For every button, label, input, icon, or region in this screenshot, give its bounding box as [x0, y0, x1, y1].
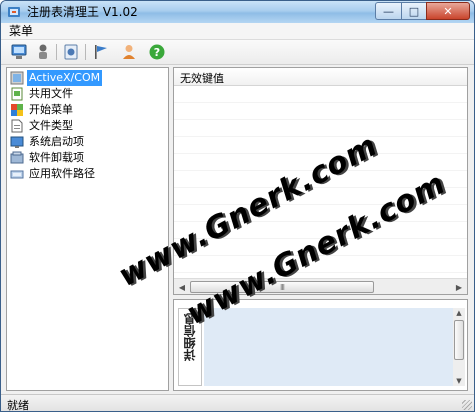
scan-button[interactable]	[9, 42, 29, 62]
help-button[interactable]: ?	[147, 42, 167, 62]
column-header-invalid-key[interactable]: 无效键值	[180, 70, 224, 86]
arrow-right-icon: ▶	[455, 282, 463, 292]
file-type-icon	[11, 119, 23, 133]
window-controls: — □ ✕	[375, 2, 470, 20]
tree-item-start-menu[interactable]: 开始菜单	[10, 102, 75, 118]
horizontal-scroll-thumb[interactable]: III	[190, 281, 374, 293]
menu-bar: 菜单	[1, 23, 474, 40]
toolbar: ?	[1, 40, 474, 65]
app-path-icon	[10, 170, 24, 179]
tree-item-label: 开始菜单	[29, 103, 73, 116]
tree-item-uninstall[interactable]: 软件卸载项	[10, 150, 86, 166]
list-body[interactable]	[174, 86, 467, 278]
user-icon	[123, 45, 135, 59]
activex-icon	[10, 71, 24, 85]
scroll-left-arrow[interactable]: ◀	[175, 280, 189, 294]
arrow-up-icon: ▲	[456, 309, 462, 317]
tree-item-shared-files[interactable]: 共用文件	[10, 86, 75, 102]
detail-panel: 详细信息 ▲ ▼	[173, 299, 468, 391]
detail-tab-label: 详细信息	[183, 313, 197, 361]
invalid-keys-list[interactable]: 无效键值 ◀ III ▶	[173, 67, 468, 295]
start-menu-icon	[11, 104, 23, 116]
flag-button[interactable]	[91, 42, 111, 62]
tree-item-label: ActiveX/COM	[27, 70, 103, 86]
maximize-icon: □	[408, 4, 420, 18]
scroll-down-arrow[interactable]: ▼	[453, 376, 465, 386]
horizontal-scrollbar[interactable]: ◀ III ▶	[174, 278, 467, 294]
window-title: 注册表清理王 V1.02	[27, 5, 138, 19]
category-tree[interactable]: ActiveX/COM 共用文件 开始菜单 文件类型 系统启动项 软件卸载项 应…	[6, 67, 169, 391]
user-button[interactable]	[119, 42, 139, 62]
list-header: 无效键值	[174, 68, 467, 86]
menu-item-main[interactable]: 菜单	[9, 24, 33, 39]
scan-icon	[11, 44, 27, 59]
tree-item-label: 文件类型	[29, 119, 73, 132]
status-bar: 就绪	[1, 394, 474, 412]
close-button[interactable]: ✕	[426, 2, 470, 20]
tree-item-label: 软件卸载项	[29, 151, 84, 164]
tree-item-activex[interactable]: ActiveX/COM	[10, 70, 103, 86]
minimize-icon: —	[383, 4, 394, 18]
vertical-scrollbar[interactable]: ▲ ▼	[453, 308, 465, 386]
arrow-left-icon: ◀	[178, 282, 186, 292]
title-bar[interactable]: 注册表清理王 V1.02 — □ ✕	[1, 1, 474, 23]
startup-icon	[10, 136, 24, 148]
arrow-down-icon: ▼	[456, 377, 462, 385]
tree-item-startup[interactable]: 系统启动项	[10, 134, 86, 150]
app-window: 注册表清理王 V1.02 — □ ✕ 菜单 ? ActiveX/COM 共用文件…	[0, 0, 475, 412]
detail-content	[204, 308, 454, 386]
resize-grip-icon[interactable]	[462, 400, 472, 410]
svg-text:?: ?	[154, 46, 160, 59]
brush-icon	[39, 44, 47, 59]
uninstall-icon	[10, 151, 24, 164]
tree-item-file-type[interactable]: 文件类型	[10, 118, 75, 134]
settings-button[interactable]	[61, 42, 81, 62]
maximize-button[interactable]: □	[401, 2, 426, 20]
flag-icon	[95, 45, 107, 59]
close-icon: ✕	[443, 4, 453, 18]
shared-files-icon	[11, 87, 23, 101]
tree-item-app-path[interactable]: 应用软件路径	[10, 166, 97, 182]
tree-item-label: 应用软件路径	[29, 167, 95, 180]
tree-item-label: 共用文件	[29, 87, 73, 100]
scroll-grip-icon: III	[279, 283, 285, 292]
minimize-button[interactable]: —	[375, 2, 401, 20]
scroll-up-arrow[interactable]: ▲	[453, 308, 465, 318]
clean-button[interactable]	[33, 42, 53, 62]
vertical-scroll-thumb[interactable]	[454, 320, 464, 360]
detail-tab[interactable]: 详细信息	[178, 308, 202, 386]
tree-item-label: 系统启动项	[29, 135, 84, 148]
settings-icon	[64, 44, 78, 60]
help-icon: ?	[149, 44, 165, 60]
toolbar-separator	[56, 44, 57, 60]
status-text: 就绪	[7, 399, 29, 412]
registry-app-icon	[8, 7, 20, 17]
scroll-right-arrow[interactable]: ▶	[452, 280, 466, 294]
toolbar-separator	[85, 44, 86, 60]
